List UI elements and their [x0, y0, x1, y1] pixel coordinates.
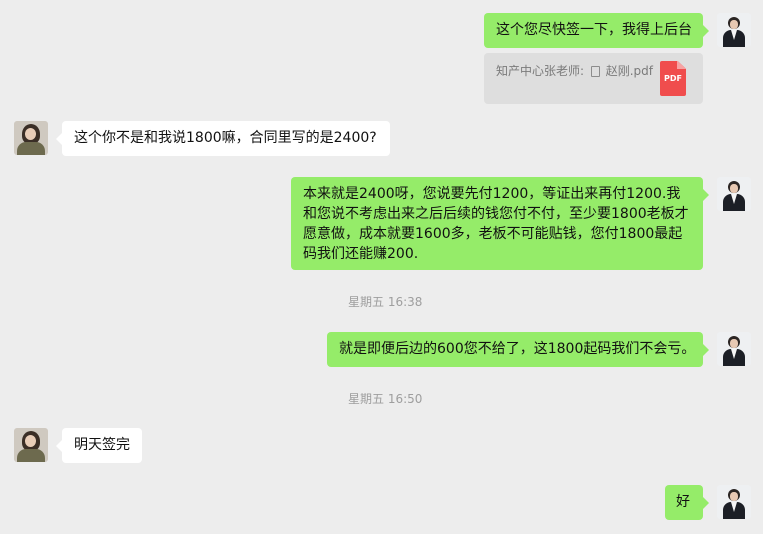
file-icon: [590, 66, 600, 77]
contact-avatar[interactable]: [14, 428, 48, 462]
own-avatar[interactable]: [717, 485, 751, 519]
message-bubble-ok[interactable]: 好: [665, 485, 709, 520]
contact-avatar[interactable]: [14, 121, 48, 155]
own-avatar[interactable]: [717, 13, 751, 47]
pdf-label: PDF: [664, 74, 682, 83]
pdf-file-icon[interactable]: PDF: [660, 61, 686, 96]
message-bubble-no-loss[interactable]: 就是即便后边的600您不给了，这1800起码我们不会亏。: [327, 332, 709, 367]
message-bubble-contract-question[interactable]: 这个你不是和我说1800嘛，合同里写的是2400?: [56, 121, 390, 156]
timestamp: 星期五 16:38: [348, 295, 423, 309]
own-avatar[interactable]: [717, 332, 751, 366]
message-bubble-sign-request[interactable]: 这个您尽快签一下，我得上后台: [484, 13, 709, 48]
timestamp: 星期五 16:50: [348, 392, 423, 406]
quote-file-name: 赵刚.pdf: [605, 64, 653, 78]
own-avatar[interactable]: [717, 177, 751, 211]
message-bubble-sign-tomorrow[interactable]: 明天签完: [56, 428, 142, 463]
quote-sender: 知产中心张老师:: [496, 64, 585, 78]
message-bubble-price-explanation[interactable]: 本来就是2400呀，您说要先付1200，等证出来再付1200.我和您说不考虑出来…: [291, 177, 709, 270]
